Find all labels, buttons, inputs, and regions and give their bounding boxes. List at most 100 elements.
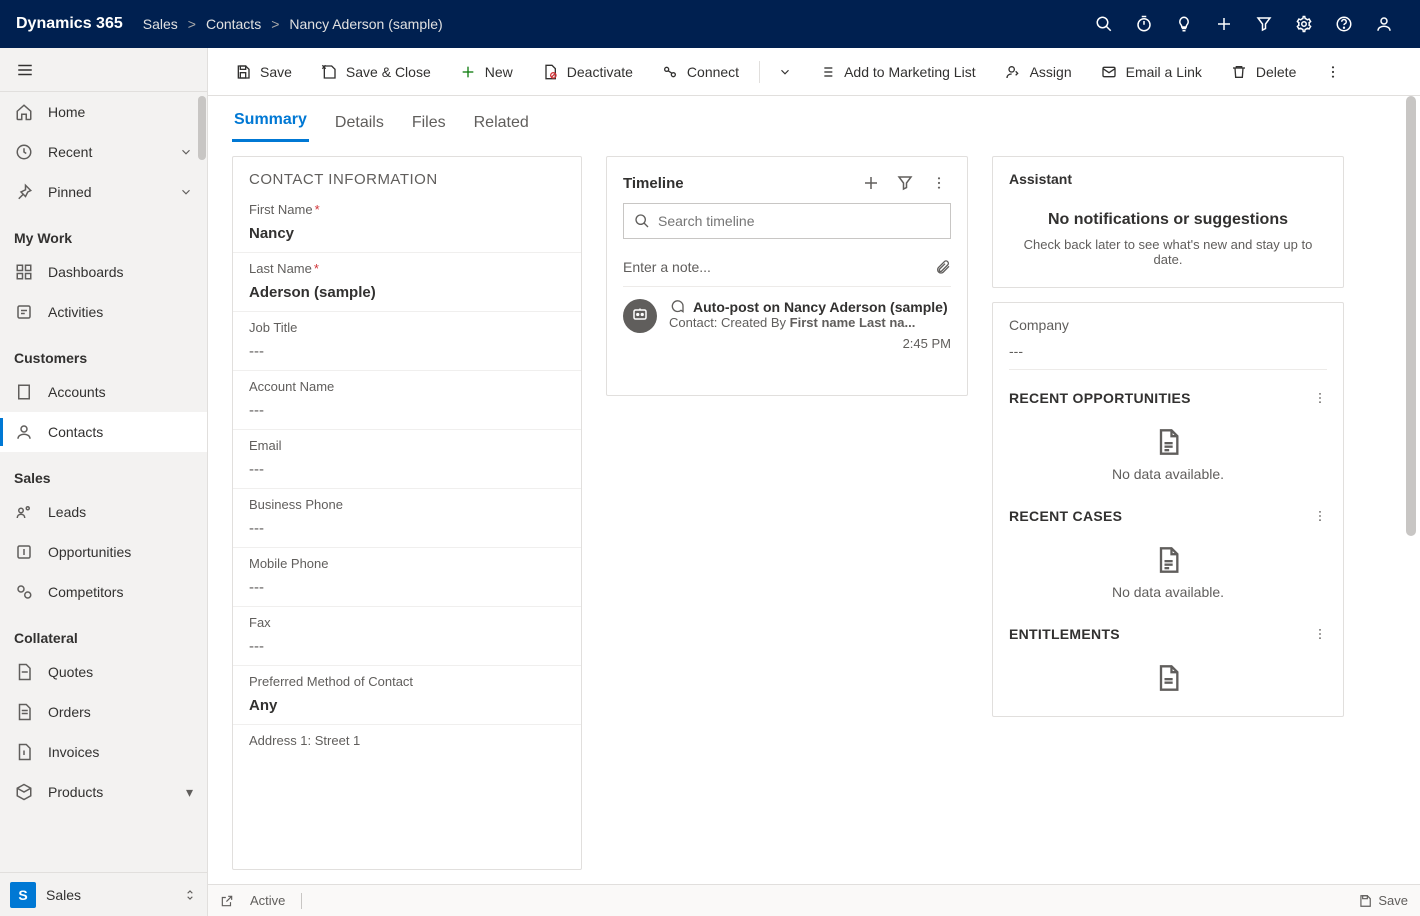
field-firstname[interactable]: First Name* Nancy xyxy=(233,194,581,253)
field-lastname[interactable]: Last Name* Aderson (sample) xyxy=(233,253,581,312)
top-bar: Dynamics 365 Sales > Contacts > Nancy Ad… xyxy=(0,0,1420,48)
chevron-updown-icon xyxy=(183,888,197,902)
deactivate-button[interactable]: Deactivate xyxy=(529,54,645,90)
timeline-item[interactable]: Auto-post on Nancy Aderson (sample) Cont… xyxy=(607,287,967,363)
field-mobilephone[interactable]: Mobile Phone--- xyxy=(233,548,581,607)
sidebar-item-orders[interactable]: Orders xyxy=(0,692,207,732)
popout-icon[interactable] xyxy=(220,894,234,908)
autopost-icon xyxy=(623,299,657,333)
deactivate-icon xyxy=(541,63,559,81)
sidebar-item-accounts[interactable]: Accounts xyxy=(0,372,207,412)
field-businessphone[interactable]: Business Phone--- xyxy=(233,489,581,548)
field-accountname[interactable]: Account Name--- xyxy=(233,371,581,430)
tab-related[interactable]: Related xyxy=(472,104,531,142)
more-vertical-icon[interactable] xyxy=(1313,391,1327,405)
sidebar-item-contacts[interactable]: Contacts xyxy=(0,412,207,452)
leads-icon xyxy=(14,502,34,522)
field-jobtitle[interactable]: Job Title--- xyxy=(233,312,581,371)
sidebar-item-invoices[interactable]: Invoices xyxy=(0,732,207,772)
content-scrollbar[interactable] xyxy=(1406,96,1416,536)
sidebar-item-leads[interactable]: Leads xyxy=(0,492,207,532)
email-link-button[interactable]: Email a Link xyxy=(1088,54,1214,90)
timeline-search-input[interactable] xyxy=(658,213,940,229)
more-vertical-icon[interactable] xyxy=(1313,627,1327,641)
sidebar-item-products[interactable]: Products ▾ xyxy=(0,772,207,812)
sidebar-group-sales: Sales xyxy=(0,452,207,492)
company-value[interactable]: --- xyxy=(1009,343,1327,370)
tab-details[interactable]: Details xyxy=(333,104,386,142)
save-close-button[interactable]: Save & Close xyxy=(308,54,443,90)
filter-icon[interactable] xyxy=(1244,0,1284,48)
timeline-more-button[interactable] xyxy=(927,171,951,195)
connect-dropdown[interactable] xyxy=(768,54,802,90)
sidebar-item-pinned[interactable]: Pinned xyxy=(0,172,207,212)
sidebar-item-home[interactable]: Home xyxy=(0,92,207,132)
save-button[interactable]: Save xyxy=(222,54,304,90)
invoices-icon xyxy=(14,742,34,762)
sidebar-item-label: Pinned xyxy=(48,184,92,200)
field-email[interactable]: Email--- xyxy=(233,430,581,489)
sidebar-item-label: Recent xyxy=(48,144,92,160)
required-indicator: * xyxy=(315,202,320,217)
more-commands-button[interactable] xyxy=(1316,54,1350,90)
sidebar-item-activities[interactable]: Activities xyxy=(0,292,207,332)
sidebar-item-opportunities[interactable]: Opportunities xyxy=(0,532,207,572)
plus-icon[interactable] xyxy=(1204,0,1244,48)
person-icon[interactable] xyxy=(1364,0,1404,48)
timeline-note-input[interactable]: Enter a note... xyxy=(623,247,951,287)
sidebar-group-customers: Customers xyxy=(0,332,207,372)
timeline-card: Timeline Enter a note... xyxy=(606,156,968,396)
lightbulb-icon[interactable] xyxy=(1164,0,1204,48)
add-marketing-button[interactable]: Add to Marketing List xyxy=(806,54,988,90)
field-value: Any xyxy=(249,689,565,718)
quotes-icon xyxy=(14,662,34,682)
timeline-filter-button[interactable] xyxy=(893,171,917,195)
chevron-down-icon xyxy=(179,185,193,199)
sidebar-item-label: Accounts xyxy=(48,384,106,400)
new-button[interactable]: New xyxy=(447,54,525,90)
orders-icon xyxy=(14,702,34,722)
chevron-down-icon xyxy=(776,63,794,81)
gear-icon[interactable] xyxy=(1284,0,1324,48)
field-value: --- xyxy=(249,571,565,600)
no-data-opportunities: No data available. xyxy=(1009,410,1327,504)
connect-icon xyxy=(661,63,679,81)
sidebar-item-dashboards[interactable]: Dashboards xyxy=(0,252,207,292)
field-value: --- xyxy=(249,512,565,541)
field-value: Nancy xyxy=(249,217,565,246)
more-vertical-icon[interactable] xyxy=(1313,509,1327,523)
sidebar-item-competitors[interactable]: Competitors xyxy=(0,572,207,612)
list-icon xyxy=(818,63,836,81)
field-prefcontact[interactable]: Preferred Method of ContactAny xyxy=(233,666,581,725)
timeline-search[interactable] xyxy=(623,203,951,239)
plus-icon xyxy=(459,63,477,81)
attachment-icon[interactable] xyxy=(935,259,951,275)
section-entitlements: ENTITLEMENTS xyxy=(1009,626,1120,642)
field-address1[interactable]: Address 1: Street 1 xyxy=(233,725,581,754)
sidebar-app-switcher[interactable]: S Sales xyxy=(0,872,207,916)
search-icon[interactable] xyxy=(1084,0,1124,48)
save-footer-button[interactable]: Save xyxy=(1358,893,1408,908)
home-icon xyxy=(14,102,34,122)
brand: Dynamics 365 xyxy=(16,15,123,33)
assign-button[interactable]: Assign xyxy=(992,54,1084,90)
breadcrumb-entity[interactable]: Contacts xyxy=(206,16,261,32)
timer-icon[interactable] xyxy=(1124,0,1164,48)
main: Save Save & Close New Deactivate Connect… xyxy=(208,48,1420,916)
app-name: Sales xyxy=(46,887,81,903)
help-icon[interactable] xyxy=(1324,0,1364,48)
breadcrumb-record[interactable]: Nancy Aderson (sample) xyxy=(289,16,442,32)
tab-files[interactable]: Files xyxy=(410,104,448,142)
breadcrumb-area[interactable]: Sales xyxy=(143,16,178,32)
sidebar-item-recent[interactable]: Recent xyxy=(0,132,207,172)
tab-summary[interactable]: Summary xyxy=(232,101,309,142)
connect-button[interactable]: Connect xyxy=(649,54,751,90)
delete-button[interactable]: Delete xyxy=(1218,54,1308,90)
field-fax[interactable]: Fax--- xyxy=(233,607,581,666)
sidebar-item-quotes[interactable]: Quotes xyxy=(0,652,207,692)
assistant-sub: Check back later to see what's new and s… xyxy=(1009,237,1327,267)
field-value: --- xyxy=(249,394,565,423)
hamburger-button[interactable] xyxy=(0,48,207,92)
timeline-add-button[interactable] xyxy=(859,171,883,195)
sidebar-item-label: Activities xyxy=(48,304,103,320)
